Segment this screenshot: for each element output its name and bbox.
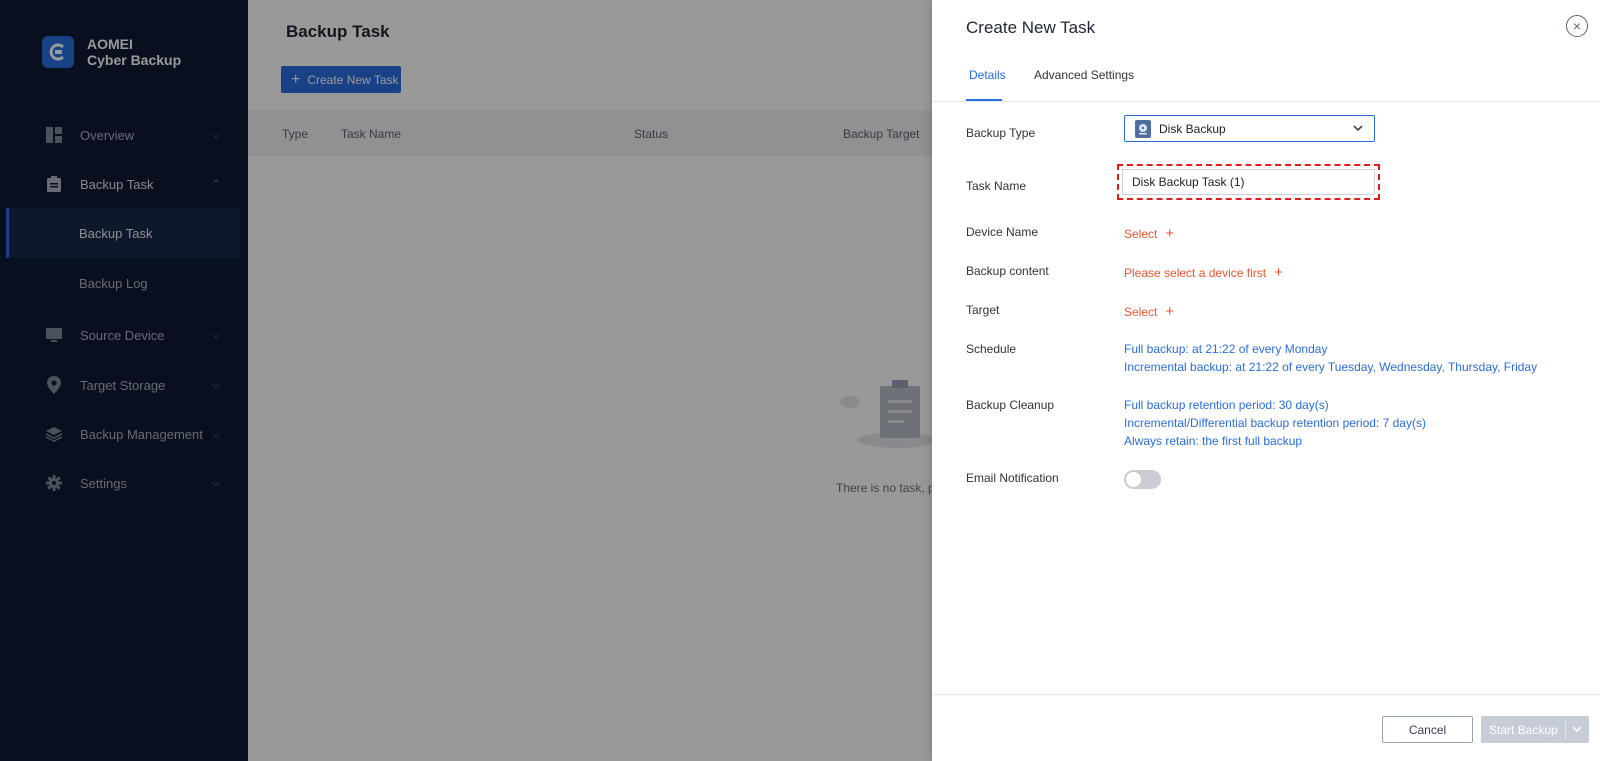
plus-icon: + [1165, 303, 1175, 320]
chevron-down-icon [1352, 122, 1364, 137]
footer-divider [932, 694, 1600, 695]
plus-icon: + [1165, 225, 1175, 242]
task-name-label: Task Name [966, 179, 1027, 193]
tab-advanced-settings[interactable]: Advanced Settings [1034, 68, 1134, 82]
schedule-label: Schedule [966, 342, 1017, 356]
start-backup-label: Start Backup [1489, 722, 1558, 737]
backup-type-select[interactable]: Disk Backup [1124, 115, 1375, 142]
disk-icon [1135, 119, 1151, 138]
device-name-label: Device Name [966, 225, 1039, 239]
backup-content-link-label: Please select a device first [1124, 266, 1267, 280]
backup-type-value: Disk Backup [1159, 121, 1226, 136]
task-name-highlight [1117, 164, 1380, 200]
task-name-input[interactable] [1122, 169, 1375, 195]
backup-content-label: Backup content [966, 264, 1049, 278]
backup-type-label: Backup Type [966, 126, 1036, 140]
drawer-title: Create New Task [966, 18, 1096, 37]
close-icon: × [1572, 18, 1582, 34]
start-backup-button[interactable]: Start Backup [1481, 716, 1589, 743]
cleanup-incremental-retention[interactable]: Incremental/Differential backup retentio… [1124, 416, 1426, 430]
target-label: Target [966, 303, 1000, 317]
target-select-link[interactable]: Select + [1124, 303, 1175, 320]
schedule-incremental-backup[interactable]: Incremental backup: at 21:22 of every Tu… [1124, 360, 1537, 374]
tab-details[interactable]: Details [969, 68, 1006, 82]
cancel-button[interactable]: Cancel [1382, 716, 1473, 743]
cleanup-full-retention[interactable]: Full backup retention period: 30 day(s) [1124, 398, 1329, 412]
close-button[interactable]: × [1566, 15, 1588, 37]
chevron-down-icon[interactable] [1571, 723, 1583, 738]
create-task-drawer: Create New Task × Details Advanced Setti… [932, 0, 1600, 761]
cleanup-always-retain[interactable]: Always retain: the first full backup [1124, 434, 1302, 448]
target-select-label: Select [1124, 305, 1158, 319]
backup-cleanup-label: Backup Cleanup [966, 398, 1055, 412]
plus-icon: + [1274, 264, 1283, 281]
schedule-full-backup[interactable]: Full backup: at 21:22 of every Monday [1124, 342, 1327, 356]
device-select-link[interactable]: Select + [1124, 225, 1175, 242]
tabs-divider [932, 101, 1600, 102]
backup-content-link[interactable]: Please select a device first + [1124, 264, 1283, 281]
device-select-label: Select [1124, 227, 1158, 241]
email-notification-label: Email Notification [966, 471, 1059, 485]
toggle-knob [1126, 472, 1141, 487]
email-notification-toggle[interactable] [1124, 470, 1161, 489]
button-divider [1565, 720, 1566, 739]
